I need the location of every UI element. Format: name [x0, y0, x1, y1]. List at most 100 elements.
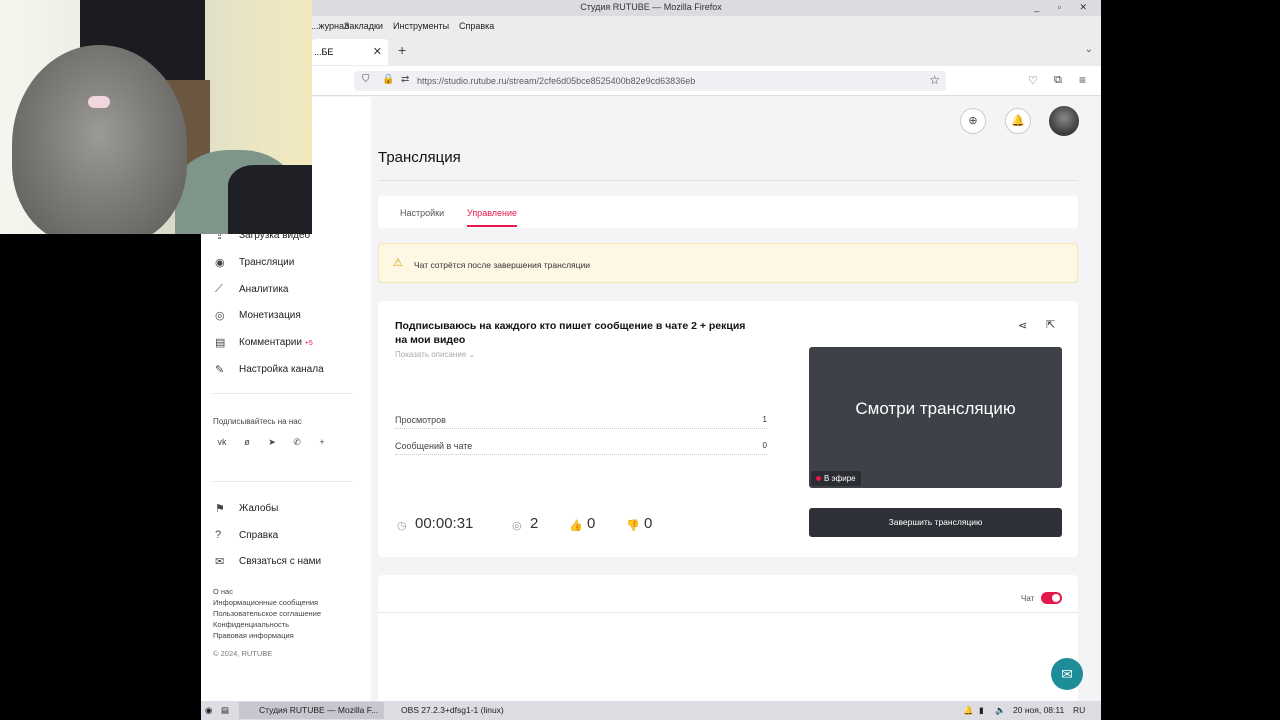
share-icon[interactable]: ⋖: [1018, 319, 1027, 332]
more-socials-icon[interactable]: +: [313, 437, 331, 447]
nav-bar: ⛉ 🔒 ⇄ https://studio.rutube.ru/stream/2c…: [201, 66, 1101, 96]
window-titlebar: Студия RUTUBE — Mozilla Firefox _ ▫ ✕: [201, 0, 1101, 16]
taskbar: ◉ ▤ Студия RUTUBE — Mozilla F... OBS 27.…: [201, 701, 1101, 720]
like-icon: 👍: [569, 520, 583, 532]
add-content-button[interactable]: ⊕: [960, 108, 986, 134]
page-tabs: Настройки Управление: [378, 196, 1078, 228]
money-icon: ◎: [215, 310, 225, 322]
tab-settings[interactable]: Настройки: [400, 208, 444, 218]
taskbar-datetime[interactable]: 20 ноя, 08:11: [1013, 705, 1064, 715]
tray-battery-icon[interactable]: ▮: [979, 705, 984, 716]
open-external-icon[interactable]: ⇱: [1046, 318, 1055, 331]
stat-views: Просмотров 1: [395, 415, 767, 429]
stat-chat-messages: Сообщений в чате 0: [395, 441, 767, 455]
sidebar-item-label: Настройка канала: [239, 364, 324, 375]
stat-value: 1: [762, 415, 767, 424]
link-info-messages[interactable]: Информационные сообщения: [213, 598, 318, 607]
tray-volume-icon[interactable]: 🔈: [995, 705, 1006, 716]
stream-duration: 00:00:31: [415, 515, 474, 532]
link-legal[interactable]: Правовая информация: [213, 631, 294, 640]
taskbar-task-firefox[interactable]: Студия RUTUBE — Mozilla F...: [239, 702, 385, 719]
broadcast-icon: ◉: [215, 257, 225, 269]
task-label: OBS 27.2.3+dfsg1-1 (linux): [401, 705, 504, 715]
divider: [213, 393, 353, 394]
stat-label: Сообщений в чате: [395, 441, 473, 451]
divider: [378, 612, 1078, 613]
webcam-overlay: [0, 0, 312, 234]
divider: [378, 180, 1078, 181]
window-title: Студия RUTUBE — Mozilla Firefox: [580, 2, 722, 12]
copyright: © 2024, RUTUBE: [213, 649, 273, 658]
end-stream-button[interactable]: Завершить трансляцию: [809, 508, 1062, 537]
bell-icon[interactable]: 🔔: [1005, 108, 1031, 134]
hamburger-menu-icon[interactable]: ≡: [1079, 73, 1086, 87]
menu-help[interactable]: Справка: [459, 21, 494, 31]
sidebar-item-label: Комментарии +5: [239, 337, 313, 348]
follow-heading: Подписывайтесь на нас: [213, 417, 302, 426]
webcam-person-head: [12, 45, 187, 234]
sidebar-item-label: Аналитика: [239, 284, 289, 295]
pocket-icon[interactable]: ♡: [1028, 74, 1038, 87]
stream-card: Подписываюсь на каждого кто пишет сообще…: [378, 301, 1078, 557]
live-badge: В эфире: [811, 471, 861, 486]
close-tab-icon[interactable]: ✕: [373, 45, 382, 58]
comments-label: Комментарии: [239, 337, 302, 348]
tab-management[interactable]: Управление: [467, 208, 517, 218]
chat-warning-banner: ⚠ Чат сотрётся после завершения трансляц…: [378, 243, 1078, 283]
clock-icon: ◷: [397, 520, 407, 532]
comments-icon: ▤: [215, 337, 226, 349]
divider: [213, 481, 353, 482]
new-tab-button[interactable]: +: [398, 42, 406, 58]
sidebar-item-label: Связаться с нами: [239, 556, 322, 567]
bookmark-star-icon[interactable]: ☆: [929, 73, 940, 87]
active-tab-underline: [467, 225, 517, 227]
telegram-icon[interactable]: ➤: [263, 437, 281, 448]
taskbar-language[interactable]: RU: [1073, 705, 1085, 715]
ok-icon[interactable]: ø: [238, 437, 256, 447]
avatar[interactable]: [1049, 106, 1079, 136]
firefox-window: Студия RUTUBE — Mozilla Firefox _ ▫ ✕ ..…: [201, 0, 1101, 720]
viewers-count: 2: [530, 515, 539, 532]
tab-bar: ...БЕ ✕ + ⌄: [201, 36, 1101, 66]
file-manager-icon[interactable]: ▤: [221, 705, 229, 716]
browser-tab-label: ...БЕ: [314, 47, 334, 57]
support-chat-button[interactable]: ✉: [1051, 658, 1083, 690]
chat-panel: Чат: [378, 575, 1078, 701]
chat-toggle-label: Чат: [1021, 594, 1035, 603]
vk-icon[interactable]: vk: [213, 437, 231, 447]
extensions-icon[interactable]: ⧉: [1054, 74, 1062, 87]
webcam-dark-object: [228, 165, 312, 234]
lock-icon[interactable]: 🔒: [382, 74, 394, 85]
tray-notifications-icon[interactable]: 🔔: [963, 705, 974, 716]
url-bar[interactable]: ⛉ 🔒 ⇄ https://studio.rutube.ru/stream/2c…: [354, 71, 946, 91]
taskbar-task-obs[interactable]: OBS 27.2.3+dfsg1-1 (linux): [381, 702, 510, 719]
dislikes-count: 0: [644, 515, 653, 532]
help-icon: ?: [215, 529, 222, 541]
stream-preview[interactable]: Смотри трансляцию В эфире: [809, 347, 1062, 488]
window-controls[interactable]: _ ▫ ✕: [1034, 0, 1095, 15]
list-tabs-icon[interactable]: ⌄: [1085, 44, 1093, 55]
permissions-icon[interactable]: ⇄: [401, 74, 409, 85]
viber-icon[interactable]: ✆: [288, 437, 306, 448]
chat-toggle[interactable]: [1041, 592, 1062, 604]
link-privacy[interactable]: Конфиденциальность: [213, 620, 289, 629]
viewers-icon: ◎: [512, 520, 522, 532]
brush-icon: ✎: [215, 364, 225, 376]
show-description-link[interactable]: Показать описание ⌄: [395, 350, 475, 359]
stat-label: Просмотров: [395, 415, 446, 425]
menu-tools[interactable]: Инструменты: [393, 21, 449, 31]
link-user-agreement[interactable]: Пользовательское соглашение: [213, 609, 321, 618]
link-about[interactable]: О нас: [213, 587, 233, 596]
stream-title: Подписываюсь на каждого кто пишет сообще…: [395, 320, 746, 346]
start-menu-icon[interactable]: ◉: [205, 705, 212, 716]
webcam-hair-tie: [88, 96, 110, 108]
browser-tab[interactable]: ...БЕ ✕: [312, 39, 388, 65]
menu-bookmarks[interactable]: Закладки: [344, 21, 383, 31]
sidebar-item-label: Справка: [239, 530, 279, 541]
live-counters: ◷ 00:00:31 ◎ 2 👍 0 👎 0: [395, 515, 695, 539]
warning-text: Чат сотрётся после завершения трансляции: [414, 260, 591, 270]
flag-icon: ⚑: [215, 503, 225, 515]
sidebar-item-label: Монетизация: [239, 310, 301, 321]
shield-icon[interactable]: ⛉: [362, 74, 370, 85]
page-title: Трансляция: [378, 149, 461, 166]
